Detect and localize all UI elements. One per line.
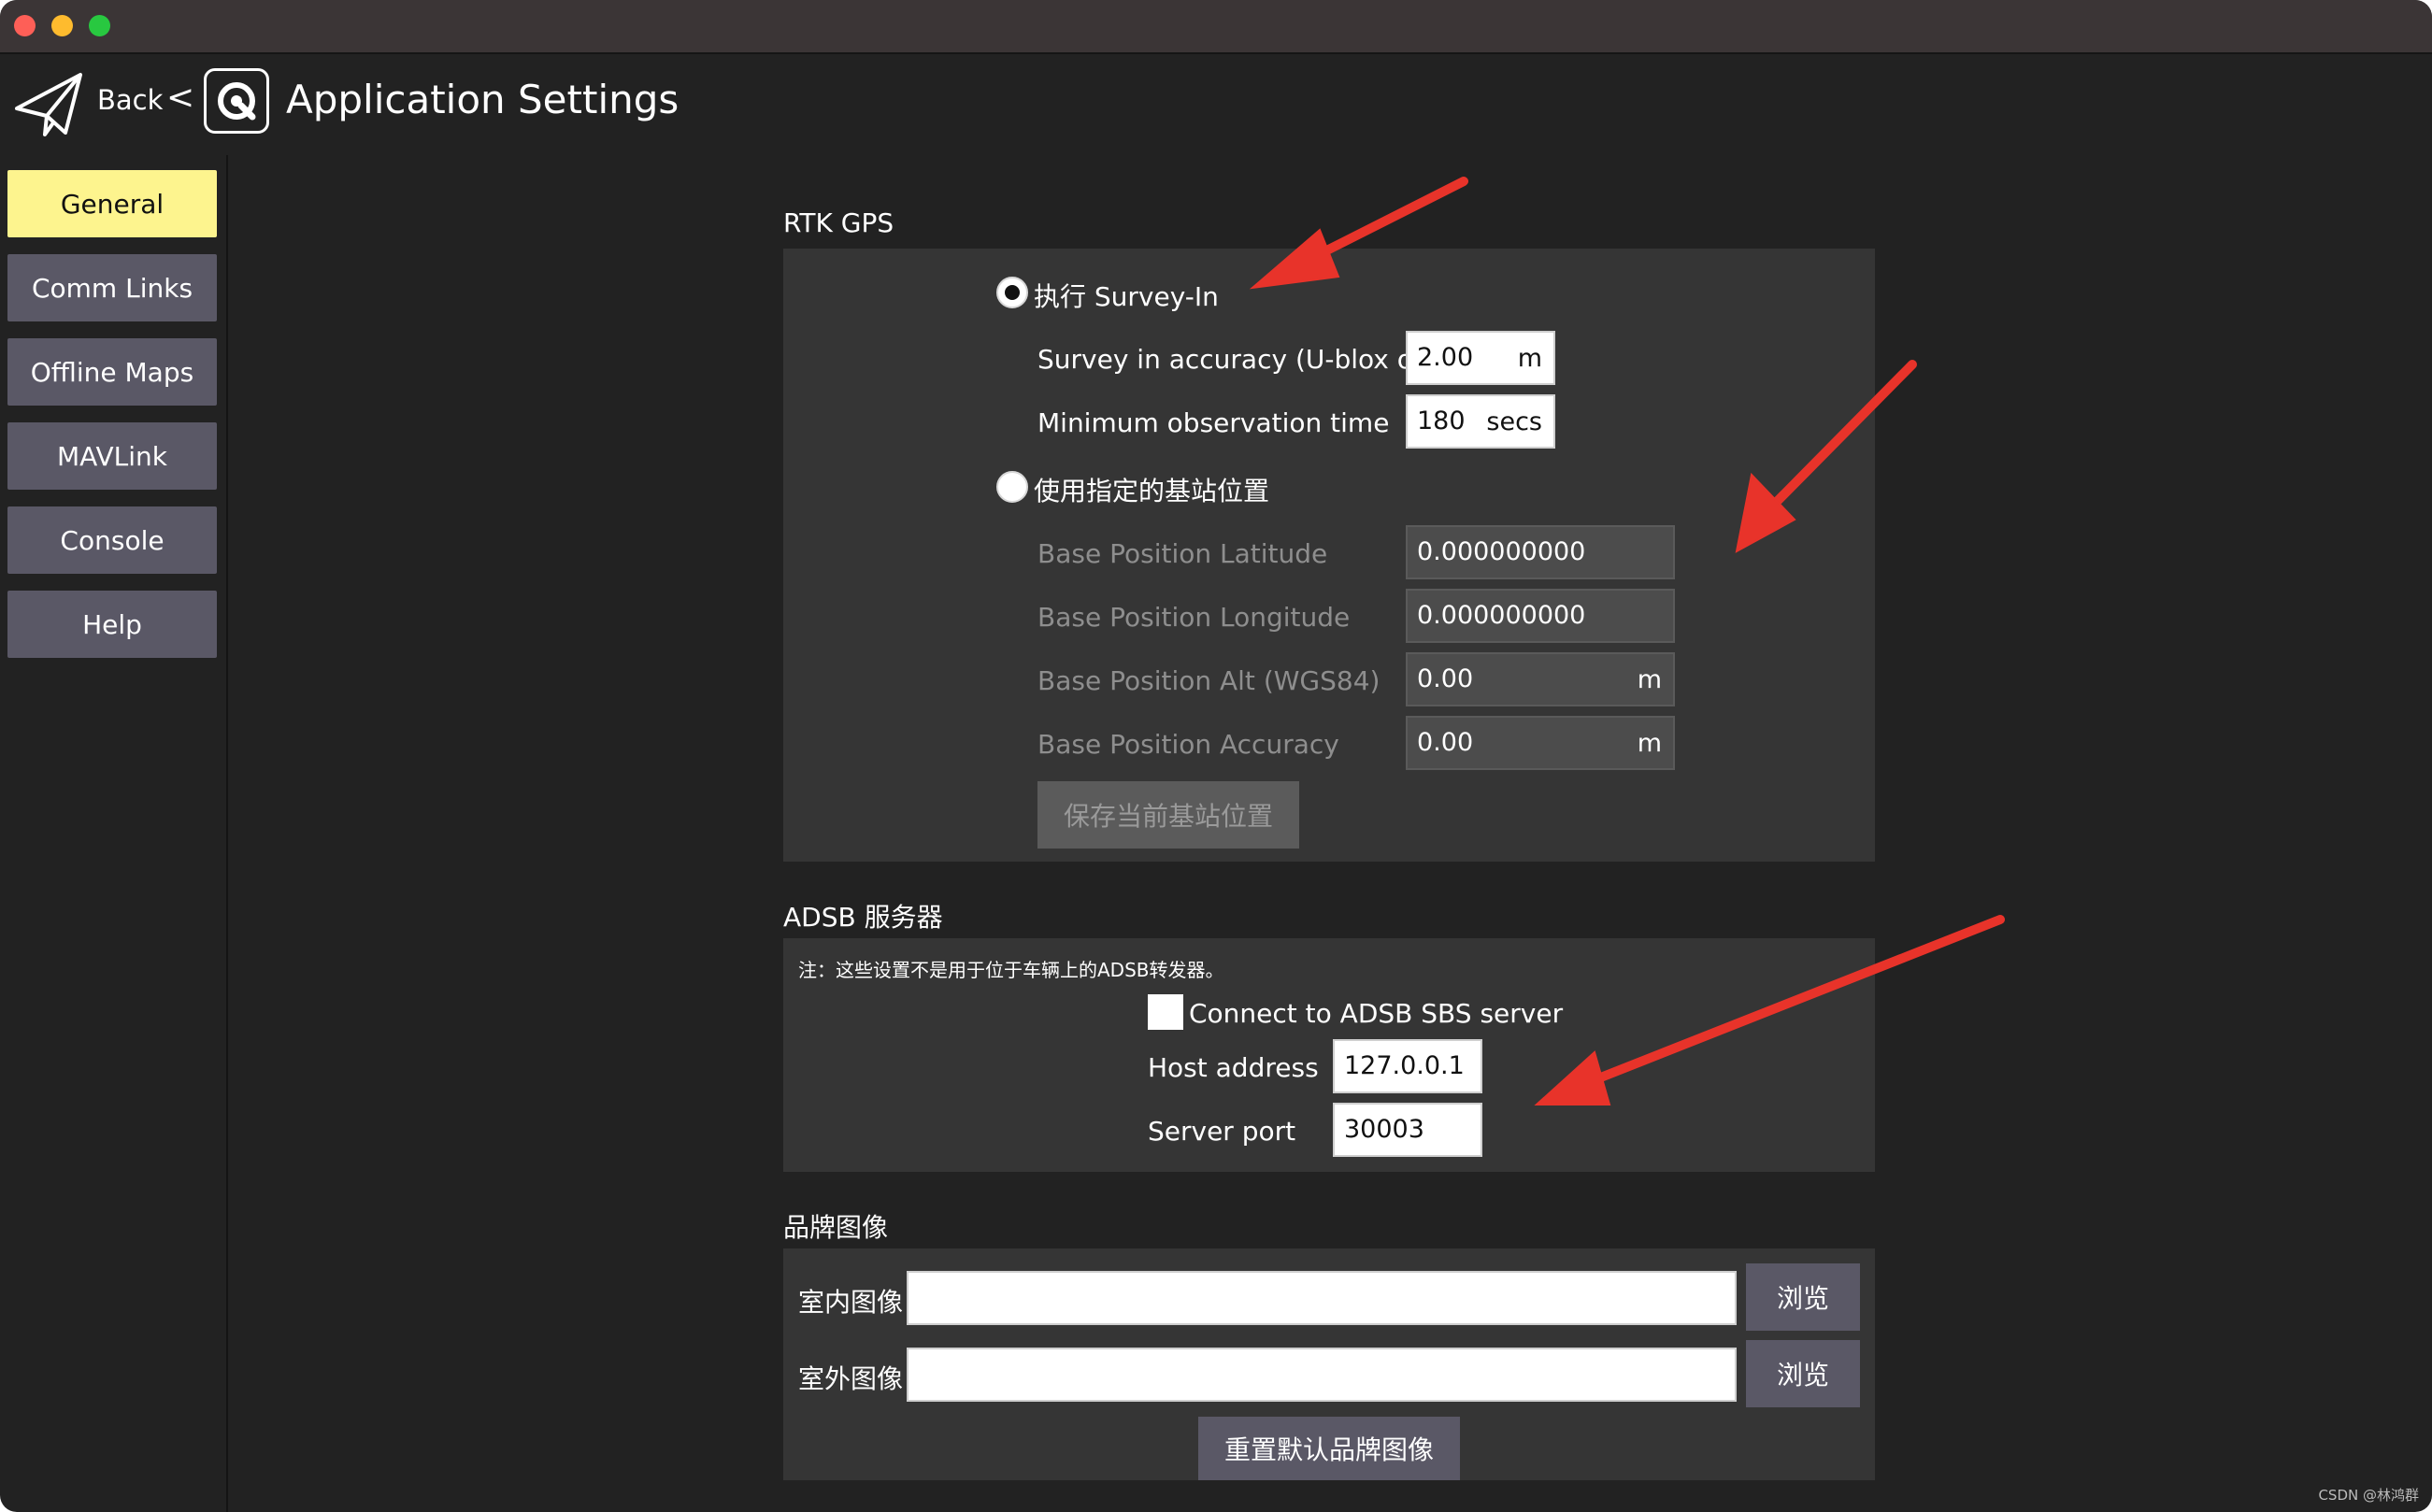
base-longitude-value: 0.000000000 (1417, 601, 1586, 630)
sidebar-item-console[interactable]: Console (7, 506, 217, 574)
indoor-browse-button[interactable]: 浏览 (1746, 1263, 1860, 1331)
settings-sidebar: General Comm Links Offline Maps MAVLink … (0, 155, 228, 1512)
chevron-left-icon: < (166, 78, 195, 117)
survey-accuracy-input[interactable]: 2.00 m (1406, 331, 1555, 385)
base-accuracy-label: Base Position Accuracy (1037, 729, 1339, 760)
host-address-label: Host address (1148, 1052, 1319, 1083)
indoor-image-input[interactable] (907, 1271, 1737, 1325)
minimize-window-button[interactable] (51, 15, 73, 36)
base-altitude-label: Base Position Alt (WGS84) (1037, 665, 1381, 696)
reset-brand-image-button[interactable]: 重置默认品牌图像 (1198, 1417, 1460, 1480)
app-logo-icon[interactable] (204, 68, 269, 134)
top-toolbar: Back < Application Settings (0, 54, 2432, 155)
adsb-note: 注：这些设置不是用于位于车辆上的ADSB转发器。 (798, 959, 1224, 981)
brand-image-section-title: 品牌图像 (783, 1212, 889, 1243)
base-longitude-input[interactable]: 0.000000000 (1406, 589, 1675, 643)
sidebar-item-comm-links[interactable]: Comm Links (7, 254, 217, 321)
maximize-window-button[interactable] (89, 15, 110, 36)
base-altitude-unit: m (1637, 665, 1662, 694)
indoor-image-label: 室内图像 (798, 1287, 904, 1318)
base-latitude-input[interactable]: 0.000000000 (1406, 525, 1675, 579)
base-accuracy-input[interactable]: 0.00 m (1406, 716, 1675, 770)
rtk-gps-panel: 执行 Survey-In Survey in accuracy (U-blox … (783, 249, 1875, 862)
page-title: Application Settings (286, 77, 680, 122)
base-altitude-value: 0.00 (1417, 664, 1474, 693)
back-button[interactable]: Back (97, 84, 163, 116)
base-latitude-value: 0.000000000 (1417, 537, 1586, 566)
survey-accuracy-label: Survey in accuracy (U-blox only) (1037, 344, 1463, 375)
rtk-gps-section-title: RTK GPS (783, 207, 894, 238)
server-port-input[interactable]: 30003 (1333, 1103, 1482, 1157)
fixed-base-label: 使用指定的基站位置 (1034, 476, 1270, 506)
sidebar-item-general[interactable]: General (7, 170, 217, 237)
adsb-section-title: ADSB 服务器 (783, 902, 943, 933)
sidebar-item-mavlink[interactable]: MAVLink (7, 422, 217, 490)
outdoor-browse-button[interactable]: 浏览 (1746, 1340, 1860, 1407)
observation-time-input[interactable]: 180 secs (1406, 394, 1555, 449)
window-titlebar (0, 0, 2432, 54)
server-port-label: Server port (1148, 1116, 1296, 1147)
outdoor-image-input[interactable] (907, 1348, 1737, 1402)
adsb-connect-label: Connect to ADSB SBS server (1189, 998, 1564, 1029)
save-base-position-button[interactable]: 保存当前基站位置 (1037, 781, 1299, 849)
sidebar-item-offline-maps[interactable]: Offline Maps (7, 338, 217, 406)
outdoor-image-label: 室外图像 (798, 1363, 904, 1394)
server-port-value: 30003 (1344, 1115, 1424, 1144)
close-window-button[interactable] (14, 15, 36, 36)
base-altitude-input[interactable]: 0.00 m (1406, 652, 1675, 706)
base-longitude-label: Base Position Longitude (1037, 602, 1351, 633)
base-accuracy-unit: m (1637, 729, 1662, 758)
adsb-connect-checkbox[interactable] (1148, 994, 1183, 1030)
brand-image-panel: 室内图像 浏览 室外图像 浏览 重置默认品牌图像 (783, 1248, 1875, 1480)
radio-selected-dot (1005, 285, 1020, 300)
observation-time-unit: secs (1486, 407, 1542, 436)
fixed-base-radio[interactable] (996, 471, 1028, 503)
survey-accuracy-unit: m (1517, 344, 1542, 373)
app-window: Back < Application Settings General Comm… (0, 0, 2432, 1512)
host-address-input[interactable]: 127.0.0.1 (1333, 1039, 1482, 1093)
base-accuracy-value: 0.00 (1417, 728, 1474, 757)
observation-time-label: Minimum observation time (1037, 407, 1390, 438)
base-latitude-label: Base Position Latitude (1037, 538, 1328, 569)
paper-plane-icon[interactable] (11, 67, 86, 142)
survey-accuracy-value: 2.00 (1417, 343, 1474, 372)
observation-time-value: 180 (1417, 407, 1466, 435)
sidebar-item-help[interactable]: Help (7, 591, 217, 658)
host-address-value: 127.0.0.1 (1344, 1051, 1465, 1080)
survey-in-radio[interactable] (996, 277, 1028, 308)
adsb-panel: 注：这些设置不是用于位于车辆上的ADSB转发器。 Connect to ADSB… (783, 938, 1875, 1172)
survey-in-label: 执行 Survey-In (1034, 281, 1219, 312)
csdn-watermark: CSDN @林鸿群 (2318, 1487, 2419, 1504)
